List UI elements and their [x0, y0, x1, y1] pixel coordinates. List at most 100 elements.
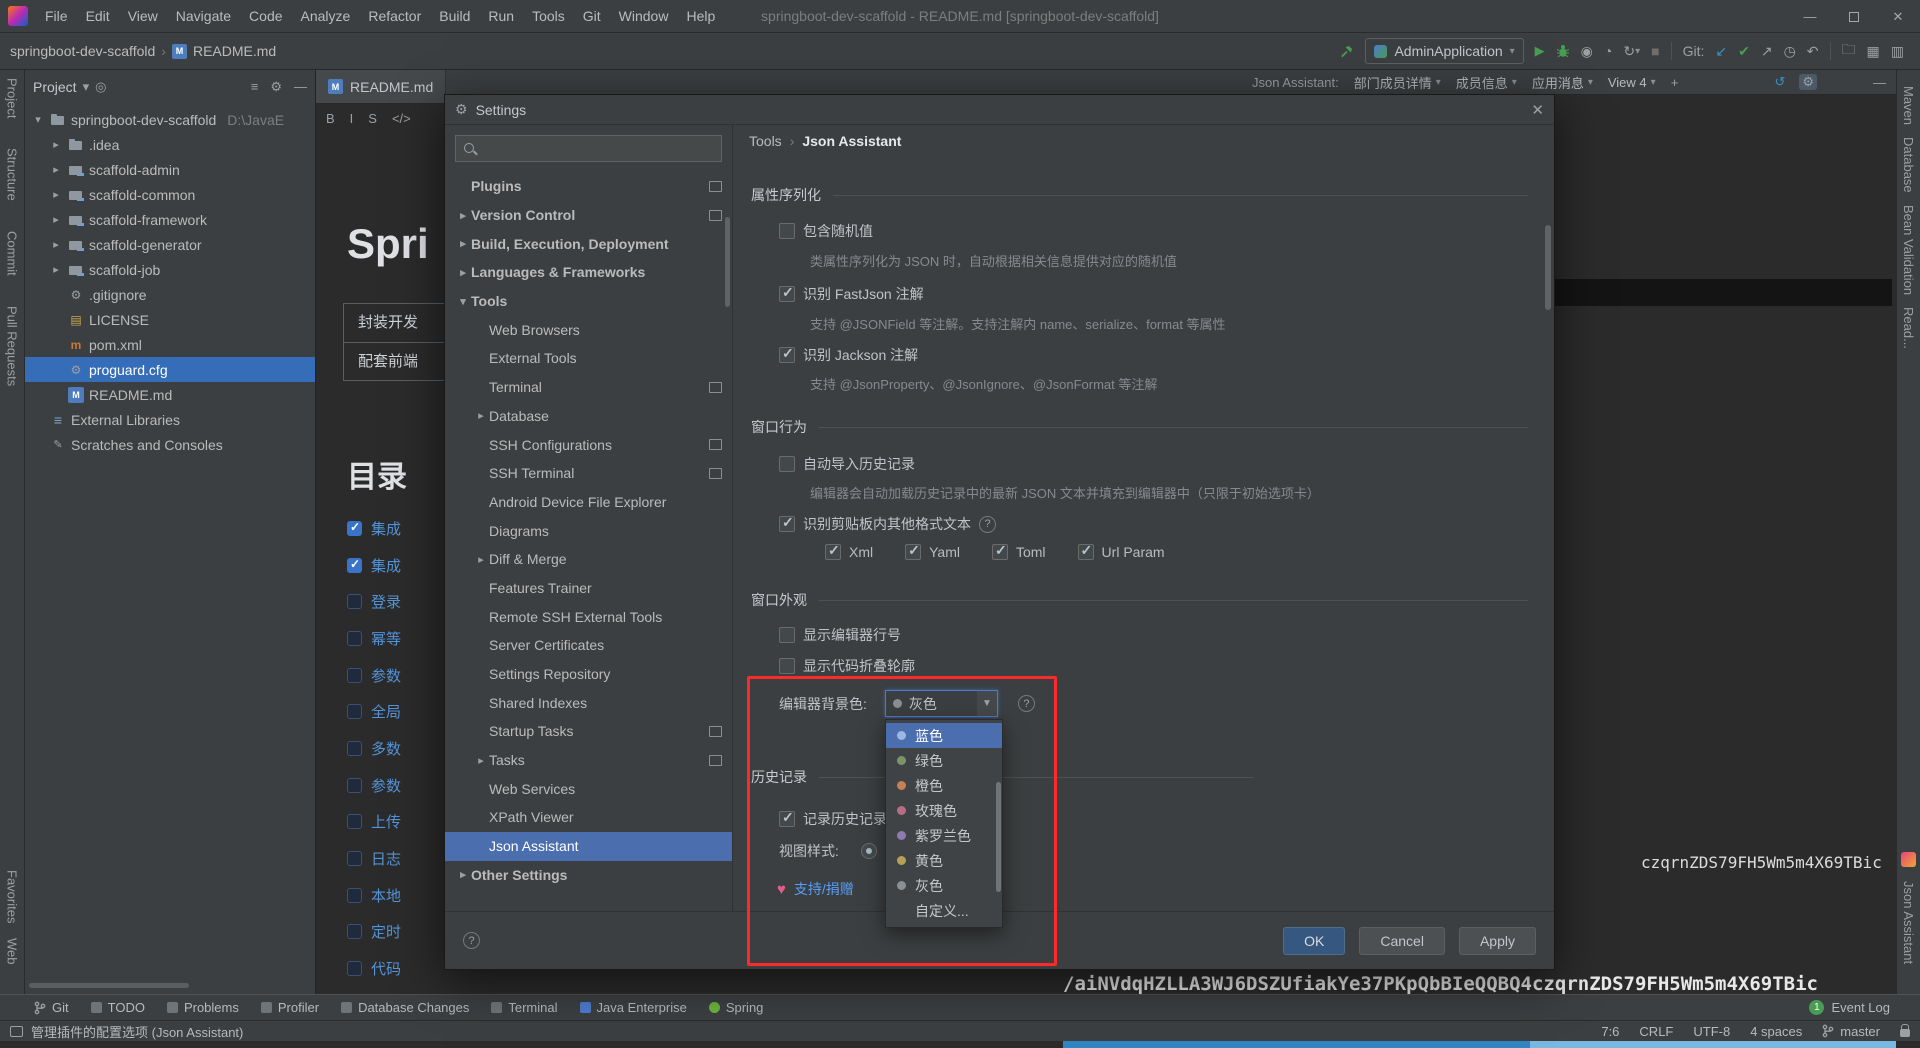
- menu-item[interactable]: Analyze: [292, 8, 360, 24]
- option-jackson[interactable]: 识别 Jackson 注解: [779, 345, 918, 365]
- json-view-tab[interactable]: View 4▾: [1608, 75, 1656, 90]
- chevron-icon[interactable]: ▾: [455, 295, 471, 308]
- toc-item[interactable]: 登录: [347, 583, 401, 620]
- chevron-down-icon[interactable]: ▾: [83, 79, 90, 95]
- format-option[interactable]: Toml: [992, 544, 1046, 560]
- checkbox[interactable]: [905, 544, 921, 560]
- tree-row[interactable]: proguard.cfg: [25, 357, 315, 382]
- toc-item[interactable]: 日志: [347, 840, 401, 877]
- option-clipboard-formats[interactable]: 识别剪贴板内其他格式文本 ?: [779, 514, 996, 534]
- chevron-icon[interactable]: ▸: [473, 553, 489, 566]
- color-option[interactable]: 橙色: [886, 773, 1002, 798]
- toc-item[interactable]: 全局: [347, 693, 401, 730]
- tool-window-button[interactable]: Json Assistant: [1901, 881, 1916, 964]
- editor-tab[interactable]: M README.md: [316, 70, 446, 103]
- checkbox[interactable]: [779, 286, 795, 302]
- build-hammer-icon[interactable]: [1339, 44, 1354, 59]
- toolbar-git[interactable]: Git: [34, 1000, 69, 1015]
- json-view-tab[interactable]: 成员信息▾: [1456, 73, 1517, 92]
- color-option[interactable]: 绿色: [886, 748, 1002, 773]
- checkbox[interactable]: [825, 544, 841, 560]
- coverage-icon[interactable]: ◉: [1581, 43, 1593, 60]
- option-folding-outline[interactable]: 显示代码折叠轮廓: [779, 656, 915, 676]
- format-option[interactable]: Yaml: [905, 544, 960, 560]
- color-option[interactable]: 玫瑰色: [886, 798, 1002, 823]
- checkbox[interactable]: [992, 544, 1008, 560]
- checkbox[interactable]: [779, 811, 795, 827]
- settings-tree-item[interactable]: Diagrams: [445, 516, 732, 545]
- scrollbar-thumb[interactable]: [996, 782, 1001, 892]
- toc-item[interactable]: 集成: [347, 510, 401, 547]
- caret-position[interactable]: 7:6: [1601, 1024, 1619, 1039]
- option-fastjson[interactable]: 识别 FastJson 注解: [779, 284, 924, 304]
- settings-tree-item[interactable]: ▸ Version Control: [445, 201, 732, 230]
- layout-windows-icon[interactable]: ▥: [1891, 43, 1904, 60]
- rerun-icon[interactable]: ↻▾: [1623, 43, 1640, 60]
- checkbox[interactable]: [779, 347, 795, 363]
- chevron-icon[interactable]: ▾: [31, 113, 45, 126]
- toc-item[interactable]: 集成: [347, 547, 401, 584]
- chevron-icon[interactable]: ▸: [455, 209, 471, 222]
- tool-window-button[interactable]: Web: [5, 938, 20, 965]
- debug-button[interactable]: [1556, 44, 1570, 58]
- format-button[interactable]: I: [350, 111, 354, 126]
- tool-window-button[interactable]: Project: [5, 78, 20, 118]
- tool-window-button[interactable]: Read...: [1901, 307, 1916, 349]
- settings-tree-item[interactable]: ▸ Languages & Frameworks: [445, 258, 732, 287]
- settings-tree-item[interactable]: Settings Repository: [445, 660, 732, 689]
- git-push-icon[interactable]: ↗: [1761, 43, 1773, 60]
- chevron-icon[interactable]: ▸: [49, 263, 63, 276]
- menu-item[interactable]: Git: [574, 8, 610, 24]
- option-line-numbers[interactable]: 显示编辑器行号: [779, 625, 901, 645]
- checkbox[interactable]: [1078, 544, 1094, 560]
- menu-item[interactable]: Edit: [77, 8, 119, 24]
- tree-row[interactable]: LICENSE: [25, 307, 315, 332]
- donate-link[interactable]: ♥ 支持/捐赠: [777, 879, 854, 899]
- settings-tree-item[interactable]: ▸ Build, Execution, Deployment: [445, 229, 732, 258]
- tree-row[interactable]: pom.xml: [25, 332, 315, 357]
- menu-item[interactable]: Tools: [523, 8, 574, 24]
- run-configuration-select[interactable]: AdminApplication ▾: [1365, 38, 1523, 64]
- tool-window-button[interactable]: Bean Validation: [1901, 205, 1916, 295]
- checkbox[interactable]: [779, 456, 795, 472]
- chevron-icon[interactable]: ▸: [473, 409, 489, 422]
- chevron-icon[interactable]: ▸: [49, 138, 63, 151]
- json-view-tab[interactable]: 部门成员详情▾: [1354, 73, 1441, 92]
- checkbox[interactable]: [779, 627, 795, 643]
- breadcrumb-file[interactable]: README.md: [193, 43, 276, 59]
- chevron-icon[interactable]: ▸: [49, 188, 63, 201]
- menu-item[interactable]: File: [36, 8, 77, 24]
- settings-tree-item[interactable]: Startup Tasks: [445, 717, 732, 746]
- horizontal-scrollbar[interactable]: [29, 983, 189, 988]
- menu-item[interactable]: Refactor: [359, 8, 430, 24]
- tree-row[interactable]: ▾ springboot-dev-scaffold D:\JavaE: [25, 107, 315, 132]
- toolbar-problems[interactable]: Problems: [167, 1000, 239, 1015]
- settings-tree-item[interactable]: Remote SSH External Tools: [445, 602, 732, 631]
- git-branch-widget[interactable]: master: [1822, 1024, 1880, 1039]
- add-tab-button[interactable]: +: [1671, 75, 1679, 90]
- option-auto-import-history[interactable]: 自动导入历史记录: [779, 454, 915, 474]
- tree-row[interactable]: README.md: [25, 382, 315, 407]
- settings-tree-item[interactable]: ▸ Other Settings: [445, 861, 732, 890]
- settings-tree-item[interactable]: Android Device File Explorer: [445, 488, 732, 517]
- search-input[interactable]: [483, 141, 714, 157]
- color-option[interactable]: 自定义...: [886, 898, 1002, 923]
- chevron-down-icon[interactable]: ▼: [977, 691, 997, 716]
- lock-icon[interactable]: [1900, 1029, 1910, 1037]
- settings-tree-item[interactable]: Plugins: [445, 172, 732, 201]
- project-view-title[interactable]: Project: [33, 79, 77, 95]
- menu-item[interactable]: Build: [430, 8, 479, 24]
- settings-tree-item[interactable]: Terminal: [445, 373, 732, 402]
- toolbar-todo[interactable]: TODO: [91, 1000, 145, 1015]
- cancel-button[interactable]: Cancel: [1359, 927, 1445, 955]
- hide-panel-icon[interactable]: —: [294, 79, 307, 95]
- settings-tree-item[interactable]: XPath Viewer: [445, 803, 732, 832]
- close-icon[interactable]: ✕: [1876, 0, 1920, 33]
- locate-file-icon[interactable]: ◎: [95, 79, 106, 95]
- settings-tree-item[interactable]: SSH Configurations: [445, 430, 732, 459]
- tree-row[interactable]: ▸ scaffold-generator: [25, 232, 315, 257]
- settings-tree-item[interactable]: ▸ Database: [445, 402, 732, 431]
- color-option[interactable]: 蓝色: [886, 723, 1002, 748]
- toc-item[interactable]: 幂等: [347, 620, 401, 657]
- tree-row[interactable]: .gitignore: [25, 282, 315, 307]
